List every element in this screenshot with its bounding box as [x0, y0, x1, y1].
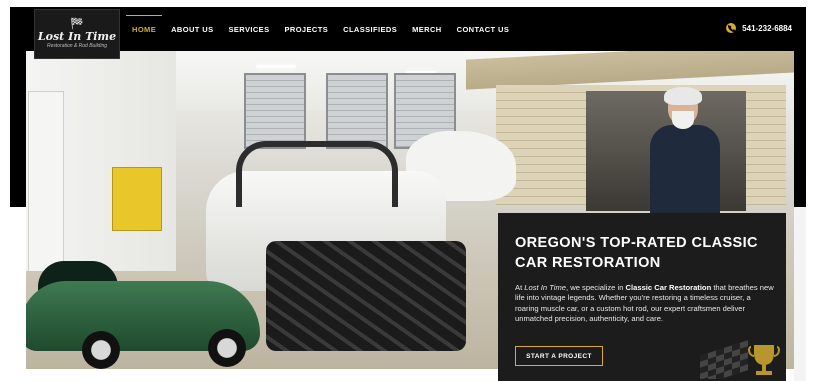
- mechanic-hair: [664, 87, 702, 105]
- checkered-flag-trophy-icon: [700, 340, 780, 379]
- hero-description: At Lost In Time, we specialize in Classi…: [515, 283, 775, 325]
- mechanic-body: [650, 125, 720, 221]
- hero-text-mid: , we specialize in: [566, 283, 626, 292]
- phone-icon: [726, 23, 737, 33]
- car-wheel: [208, 329, 246, 367]
- hero-info-card: OREGON'S TOP-RATED CLASSIC CAR RESTORATI…: [498, 213, 786, 381]
- page: HOME ABOUT US SERVICES PROJECTS CLASSIFI…: [10, 7, 806, 381]
- nav-classifieds[interactable]: CLASSIFIEDS: [343, 25, 397, 34]
- logo-tagline: Restoration & Rod Building: [46, 42, 108, 49]
- hero-service-name: Classic Car Restoration: [625, 283, 712, 292]
- nav-about-us[interactable]: ABOUT US: [171, 25, 213, 34]
- nav-projects[interactable]: PROJECTS: [284, 25, 328, 34]
- logo-title: Lost In Time: [37, 29, 117, 43]
- site-logo[interactable]: 🏁 Lost In Time Restoration & Rod Buildin…: [34, 9, 120, 59]
- garage-door: [244, 73, 306, 149]
- checkered-flags-icon: 🏁: [70, 17, 84, 30]
- shop-door: [28, 91, 64, 273]
- mechanic-beard: [672, 111, 694, 129]
- phone-number: 541-232-6884: [742, 23, 792, 33]
- page-edge: [794, 207, 806, 381]
- hero-title: OREGON'S TOP-RATED CLASSIC CAR RESTORATI…: [515, 235, 758, 271]
- start-project-button[interactable]: START A PROJECT: [515, 346, 603, 366]
- nav-services[interactable]: SERVICES: [228, 25, 269, 34]
- garage-door: [326, 73, 388, 149]
- hero-text-prefix: At: [515, 283, 525, 292]
- phone-link[interactable]: 541-232-6884: [726, 23, 792, 33]
- nav-home[interactable]: HOME: [125, 14, 163, 34]
- hero-brand-name: Lost In Time: [524, 283, 567, 292]
- car-chassis: [266, 241, 466, 351]
- mechanic-figure: [646, 87, 726, 221]
- yellow-toolbox: [112, 167, 162, 231]
- car-wheel: [82, 331, 120, 369]
- green-corvette: [26, 251, 260, 369]
- nav-contact-us[interactable]: CONTACT US: [457, 25, 510, 34]
- ceiling-light: [256, 65, 296, 68]
- main-nav: HOME ABOUT US SERVICES PROJECTS CLASSIFI…: [125, 7, 524, 51]
- nav-merch[interactable]: MERCH: [412, 25, 442, 34]
- site-header: HOME ABOUT US SERVICES PROJECTS CLASSIFI…: [10, 7, 806, 51]
- roll-cage: [236, 141, 398, 207]
